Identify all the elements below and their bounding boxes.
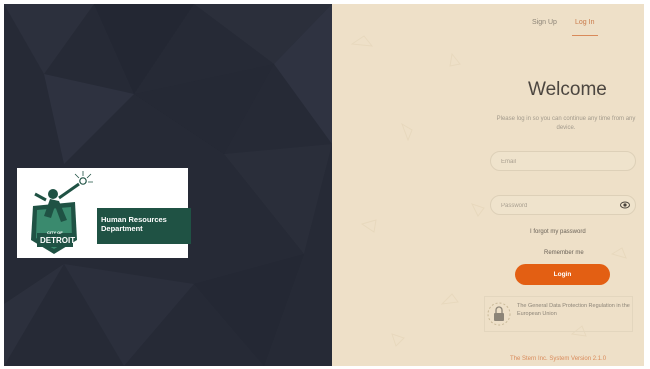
- login-subtitle: Please log in so you can continue any ti…: [496, 116, 636, 131]
- page-frame: CITY OF DETROIT Human Resources Departme…: [4, 4, 644, 366]
- password-field[interactable]: [490, 195, 636, 215]
- password-input[interactable]: [499, 198, 623, 214]
- login-button[interactable]: Login: [515, 264, 610, 285]
- email-input[interactable]: [499, 154, 623, 170]
- department-line-2: Department: [101, 224, 143, 233]
- department-line-1: Human Resources: [101, 215, 167, 224]
- logo-city-of-text: CITY OF: [47, 230, 63, 235]
- system-version-link[interactable]: The Stern Inc. System Version 2.1.0: [510, 356, 606, 362]
- logo-detroit-text: DETROIT: [40, 236, 76, 245]
- department-banner: Human Resources Department: [97, 208, 191, 244]
- welcome-heading: Welcome: [528, 79, 607, 100]
- show-password-eye-icon[interactable]: [620, 201, 630, 209]
- email-field[interactable]: [490, 151, 636, 171]
- lock-icon: [487, 302, 511, 326]
- forgot-password-link[interactable]: I forgot my password: [530, 229, 586, 235]
- gdpr-text: The General Data Protection Regulation i…: [517, 303, 630, 317]
- active-tab-indicator: [572, 35, 598, 36]
- remember-me-toggle[interactable]: Remember me: [544, 250, 584, 256]
- hr-department-logo: CITY OF DETROIT Human Resources Departme…: [17, 168, 191, 258]
- tab-log-in[interactable]: Log In: [575, 19, 594, 26]
- login-panel: Sign Up Log In Welcome Please log in so …: [332, 4, 644, 366]
- tab-sign-up[interactable]: Sign Up: [532, 19, 557, 26]
- left-panel: CITY OF DETROIT Human Resources Departme…: [4, 4, 332, 366]
